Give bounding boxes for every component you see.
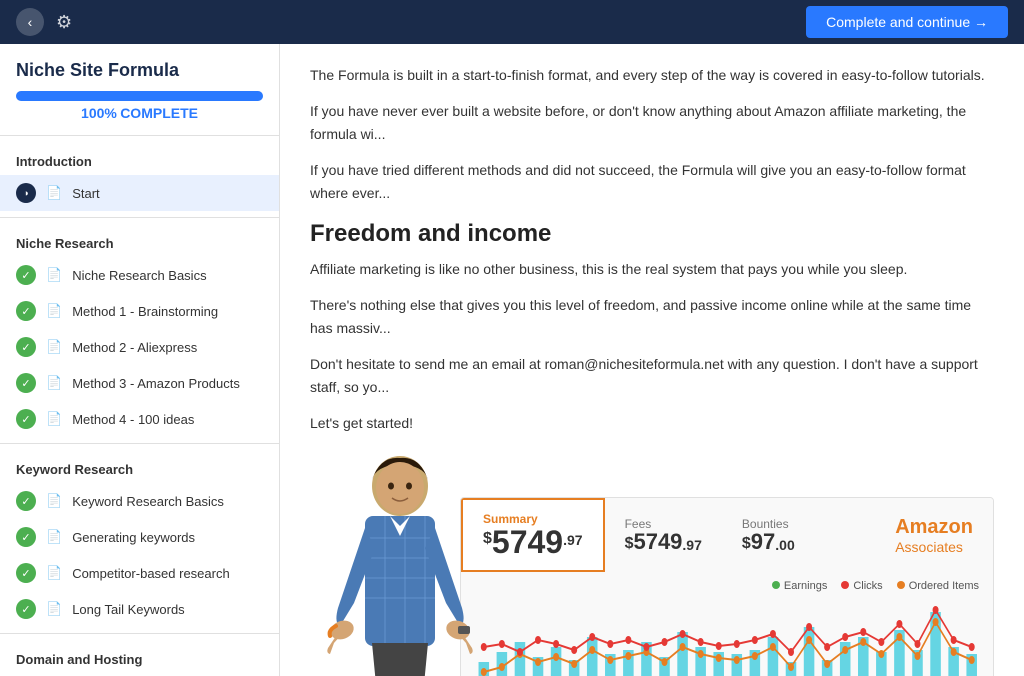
top-bar-left: ‹ ⚙ <box>16 8 72 36</box>
amazon-widget: Summary $ 5749 .97 Fees $ 5749 .97 <box>460 497 994 676</box>
section-keyword-research: Keyword Research <box>0 450 279 483</box>
doc-icon-9: 📄 <box>46 601 62 617</box>
summary-currency: $ <box>483 530 492 548</box>
100-ideas-label: Method 4 - 100 ideas <box>72 412 194 427</box>
doc-icon-1: 📄 <box>46 267 62 283</box>
long-tail-label: Long Tail Keywords <box>72 602 185 617</box>
top-bar: ‹ ⚙ Complete and continue → <box>0 0 1024 44</box>
doc-icon-6: 📄 <box>46 493 62 509</box>
competitor-research-label: Competitor-based research <box>72 566 230 581</box>
amazon-text: Amazon <box>895 515 973 539</box>
back-button[interactable]: ‹ <box>16 8 44 36</box>
content-body-1: Affiliate marketing is like no other bus… <box>310 258 994 280</box>
sidebar-item-niche-basics[interactable]: ✓ 📄 Niche Research Basics <box>0 257 279 293</box>
content-para-2: If you have never ever built a website b… <box>310 100 994 145</box>
settings-icon[interactable]: ⚙ <box>56 12 72 33</box>
summary-box: Summary $ 5749 .97 <box>461 498 605 572</box>
progress-bar-wrap <box>16 91 263 101</box>
check-icon-5: ✓ <box>16 409 36 429</box>
check-icon-3: ✓ <box>16 337 36 357</box>
check-icon-7: ✓ <box>16 527 36 547</box>
course-title: Niche Site Formula <box>16 60 263 81</box>
sidebar-item-start[interactable]: ◑ 📄 Start <box>0 175 279 211</box>
sidebar-divider-2 <box>0 217 279 218</box>
content-body-3: Don't hesitate to send me an email at ro… <box>310 353 994 398</box>
amazon-products-label: Method 3 - Amazon Products <box>72 376 240 391</box>
fees-box: Fees $ 5749 .97 <box>605 498 722 572</box>
widget-top: Summary $ 5749 .97 Fees $ 5749 .97 <box>461 498 993 572</box>
amazon-brand: Amazon Associates <box>875 498 993 572</box>
back-icon: ‹ <box>28 14 33 30</box>
content-para-3: If you have tried different methods and … <box>310 159 994 204</box>
summary-amount: $ 5749 .97 <box>483 526 583 558</box>
doc-icon-5: 📄 <box>46 411 62 427</box>
content-body-4: Let's get started! <box>310 412 994 434</box>
sidebar-item-keyword-basics[interactable]: ✓ 📄 Keyword Research Basics <box>0 483 279 519</box>
check-icon-2: ✓ <box>16 301 36 321</box>
sidebar: Niche Site Formula 100% COMPLETE Introdu… <box>0 44 280 676</box>
progress-percent: 100% <box>81 105 117 121</box>
bounties-currency: $ <box>742 535 751 553</box>
main-layout: Niche Site Formula 100% COMPLETE Introdu… <box>0 44 1024 676</box>
check-icon-4: ✓ <box>16 373 36 393</box>
half-complete-icon: ◑ <box>16 183 36 203</box>
doc-icon-4: 📄 <box>46 375 62 391</box>
legend-clicks: Clicks <box>841 580 882 592</box>
content-body-2: There's nothing else that gives you this… <box>310 294 994 339</box>
section-domain-hosting: Domain and Hosting <box>0 640 279 673</box>
bounties-amount-big: 97 <box>751 531 775 553</box>
progress-complete-label: COMPLETE <box>120 105 198 121</box>
chart-area: Earnings Clicks Ordered Items <box>461 572 993 676</box>
fees-cents: .97 <box>682 537 701 553</box>
generating-keywords-label: Generating keywords <box>72 530 195 545</box>
bounties-cents: .00 <box>775 537 794 553</box>
legend-ordered-items: Ordered Items <box>897 580 979 592</box>
content-area: The Formula is built in a start-to-finis… <box>280 44 1024 676</box>
content-para-1: The Formula is built in a start-to-finis… <box>310 64 994 86</box>
start-label: Start <box>72 186 99 201</box>
summary-cents: .97 <box>563 532 582 548</box>
sidebar-item-100-ideas[interactable]: ✓ 📄 Method 4 - 100 ideas <box>0 401 279 437</box>
fees-currency: $ <box>625 535 634 553</box>
niche-basics-label: Niche Research Basics <box>72 268 206 283</box>
bounties-amount: $ 97 .00 <box>742 531 795 553</box>
fees-amount: $ 5749 .97 <box>625 531 702 553</box>
aliexpress-label: Method 2 - Aliexpress <box>72 340 197 355</box>
complete-continue-button[interactable]: Complete and continue → <box>806 6 1008 38</box>
chart-svg: 01 04 07 10 22 25 28 31 <box>471 582 983 676</box>
doc-icon-2: 📄 <box>46 303 62 319</box>
sidebar-divider-1 <box>0 135 279 136</box>
check-icon-1: ✓ <box>16 265 36 285</box>
fees-amount-big: 5749 <box>633 531 682 553</box>
sidebar-header: Niche Site Formula 100% COMPLETE <box>0 44 279 129</box>
associates-text: Associates <box>895 539 973 555</box>
keyword-basics-label: Keyword Research Basics <box>72 494 224 509</box>
progress-bar-fill <box>16 91 263 101</box>
sidebar-item-long-tail[interactable]: ✓ 📄 Long Tail Keywords <box>0 591 279 627</box>
sidebar-divider-3 <box>0 443 279 444</box>
doc-icon-start: 📄 <box>46 185 62 201</box>
brainstorming-label: Method 1 - Brainstorming <box>72 304 218 319</box>
doc-icon-3: 📄 <box>46 339 62 355</box>
sidebar-item-brainstorming[interactable]: ✓ 📄 Method 1 - Brainstorming <box>0 293 279 329</box>
freedom-income-heading: Freedom and income <box>310 220 994 248</box>
sidebar-divider-4 <box>0 633 279 634</box>
complete-continue-label: Complete and continue → <box>826 14 988 30</box>
legend-earnings: Earnings <box>772 580 827 592</box>
check-icon-8: ✓ <box>16 563 36 583</box>
sidebar-item-aliexpress[interactable]: ✓ 📄 Method 2 - Aliexpress <box>0 329 279 365</box>
section-niche-research: Niche Research <box>0 224 279 257</box>
sidebar-item-competitor-research[interactable]: ✓ 📄 Competitor-based research <box>0 555 279 591</box>
sidebar-item-generating-keywords[interactable]: ✓ 📄 Generating keywords <box>0 519 279 555</box>
bounties-box: Bounties $ 97 .00 <box>722 498 815 572</box>
chart-legend: Earnings Clicks Ordered Items <box>772 580 979 592</box>
check-icon-6: ✓ <box>16 491 36 511</box>
sidebar-item-amazon-products[interactable]: ✓ 📄 Method 3 - Amazon Products <box>0 365 279 401</box>
doc-icon-8: 📄 <box>46 565 62 581</box>
summary-amount-big: 5749 <box>492 526 563 558</box>
progress-label: 100% COMPLETE <box>16 105 263 121</box>
check-icon-9: ✓ <box>16 599 36 619</box>
doc-icon-7: 📄 <box>46 529 62 545</box>
section-introduction: Introduction <box>0 142 279 175</box>
